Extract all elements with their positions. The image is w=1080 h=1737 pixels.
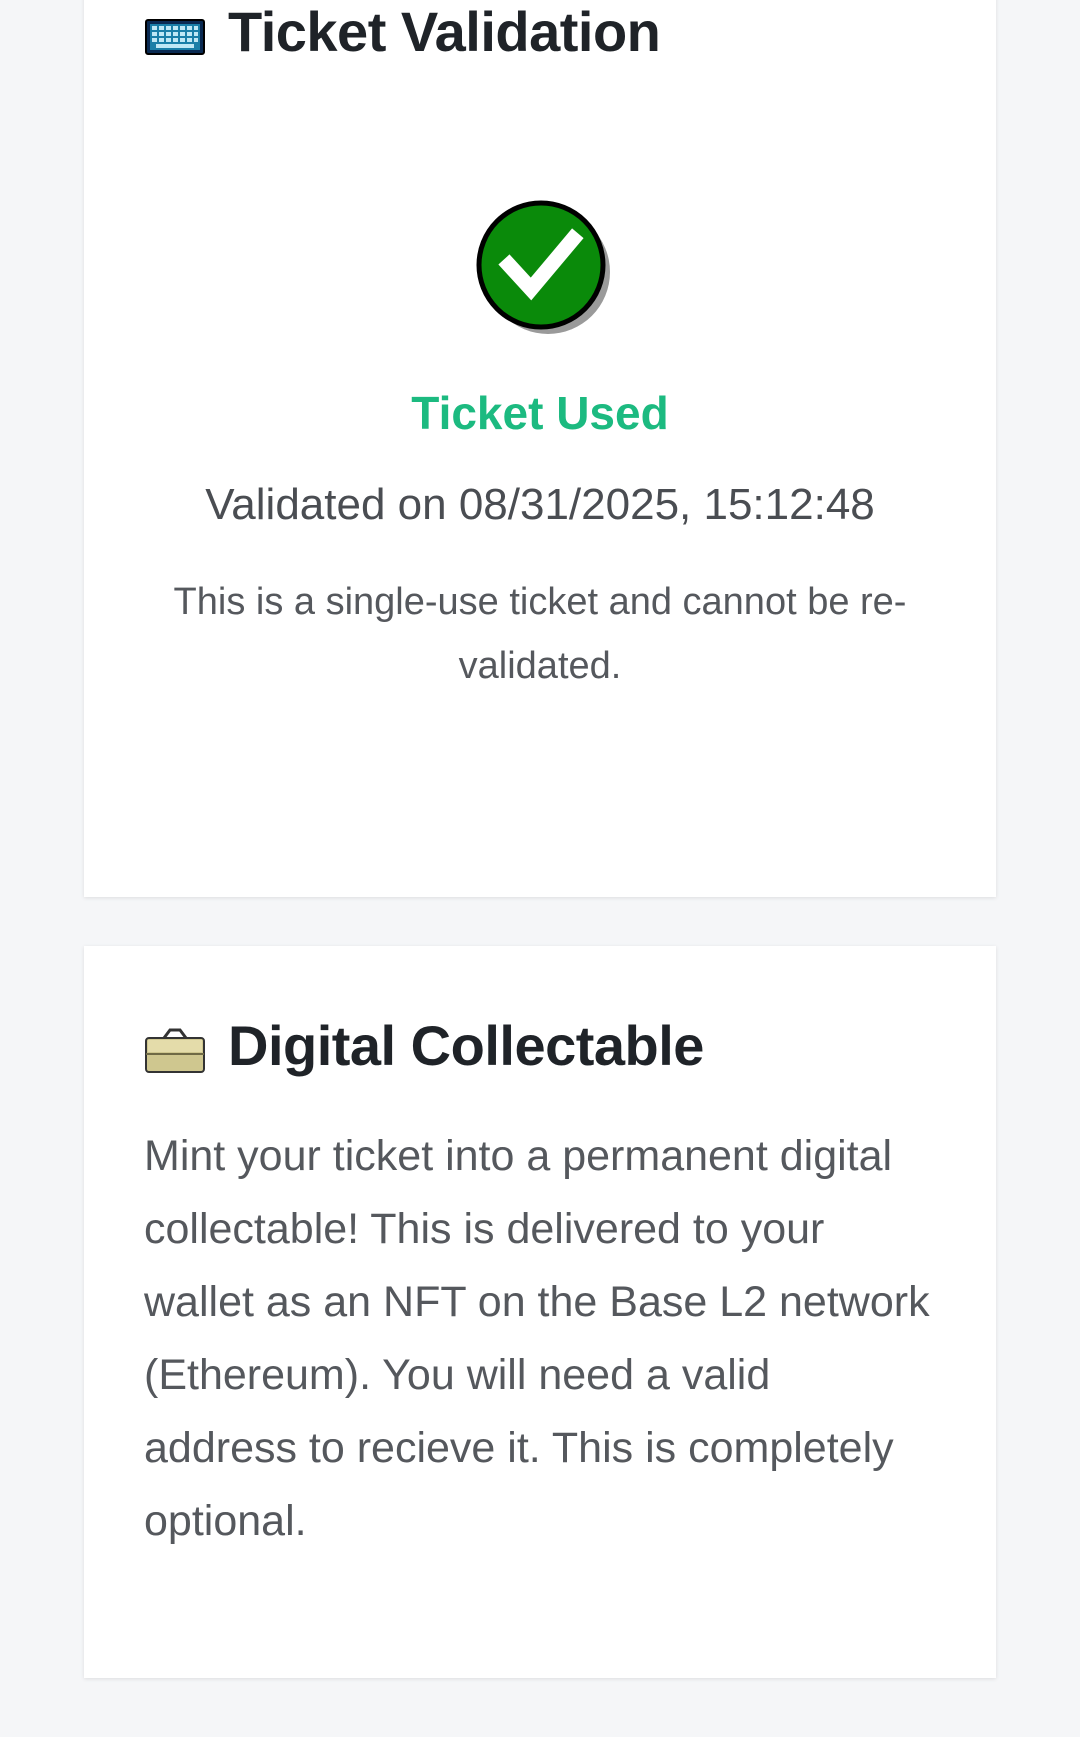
digital-collectable-title: Digital Collectable bbox=[228, 1013, 704, 1077]
digital-collectable-card: Digital Collectable Mint your ticket int… bbox=[84, 946, 996, 1678]
ticket-status: Ticket Used bbox=[411, 387, 669, 439]
validated-timestamp: Validated on 08/31/2025, 15:12:48 bbox=[205, 480, 875, 529]
single-use-note: This is a single-use ticket and cannot b… bbox=[173, 581, 907, 687]
ticket-validation-card: Ticket Validation Ticket Used Validated … bbox=[84, 0, 996, 897]
keyboard-icon bbox=[144, 8, 206, 55]
briefcase-icon bbox=[144, 1022, 206, 1073]
checkmark-circle-icon bbox=[469, 193, 615, 339]
digital-collectable-heading: Digital Collectable bbox=[144, 1010, 704, 1080]
ticket-validation-title: Ticket Validation bbox=[228, 0, 661, 63]
ticket-validation-heading: Ticket Validation bbox=[144, 0, 661, 66]
collectable-description: Mint your ticket into a permanent digita… bbox=[144, 1132, 930, 1545]
